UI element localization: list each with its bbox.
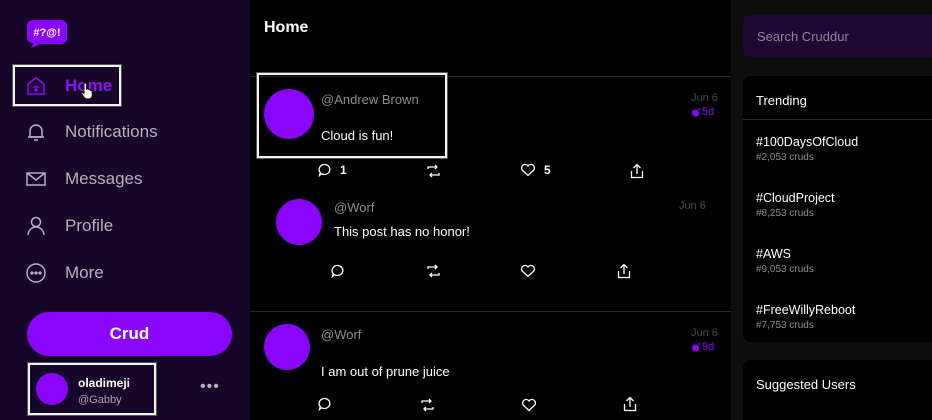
post-date: Jun 6 xyxy=(691,327,718,339)
sidebar: #?@! Home Notifications Messages Profile… xyxy=(0,0,250,420)
trend-tag: #CloudProject xyxy=(756,191,835,205)
like-button[interactable] xyxy=(520,264,536,278)
nav-messages-label: Messages xyxy=(65,169,143,188)
repost-button[interactable] xyxy=(426,264,441,278)
profile-more-icon[interactable]: ••• xyxy=(200,378,220,396)
nav-more[interactable]: More xyxy=(24,255,104,291)
repost-icon xyxy=(427,264,440,278)
suggested-users-title: Suggested Users xyxy=(756,377,856,392)
like-button[interactable]: 5 xyxy=(520,163,551,177)
envelope-icon xyxy=(24,167,48,191)
trend-item[interactable]: #100DaysOfCloud #2,053 cruds xyxy=(756,135,858,163)
suggested-users-panel: Suggested Users xyxy=(743,360,932,420)
trend-count: #7,753 cruds xyxy=(756,320,814,331)
bomb-icon xyxy=(691,342,701,352)
logo-text: #?@! xyxy=(33,27,60,39)
post-ttl-value: 5d xyxy=(702,106,715,118)
nav-notifications-label: Notifications xyxy=(65,122,158,141)
share-button[interactable] xyxy=(630,163,644,179)
share-button[interactable] xyxy=(617,263,631,279)
nav-messages[interactable]: Messages xyxy=(24,161,142,197)
trend-item[interactable]: #CloudProject #8,253 cruds xyxy=(756,191,835,219)
reply-button[interactable]: 1 xyxy=(318,163,347,177)
search-input[interactable] xyxy=(743,15,932,57)
repost-icon xyxy=(427,164,440,178)
reply-icon xyxy=(318,397,331,411)
share-icon xyxy=(623,396,637,412)
post-avatar xyxy=(276,199,322,245)
cruddur-logo[interactable]: #?@! xyxy=(27,18,67,48)
trend-tag: #FreeWillyReboot xyxy=(756,303,856,317)
heart-icon xyxy=(520,163,536,177)
trend-count: #8,253 cruds xyxy=(756,208,814,219)
bell-icon xyxy=(24,120,48,144)
post-ttl-value: 9d xyxy=(702,341,715,353)
nav-more-label: More xyxy=(65,263,104,282)
repost-button[interactable] xyxy=(426,164,441,178)
nav-profile-label: Profile xyxy=(65,216,114,235)
post-body: This post has no honor! xyxy=(334,224,470,239)
more-circle-icon xyxy=(24,261,48,285)
post-handle[interactable]: @Worf xyxy=(321,327,361,342)
trend-item[interactable]: #AWS #9,053 cruds xyxy=(756,247,814,275)
profile-handle: @Gabby xyxy=(78,394,122,406)
avatar xyxy=(36,373,68,405)
user-icon xyxy=(24,214,48,238)
trend-count: #9,053 cruds xyxy=(756,264,814,275)
reply-icon xyxy=(331,264,344,278)
post-body: Cloud is fun! xyxy=(321,128,394,143)
post-handle[interactable]: @Worf xyxy=(334,200,374,215)
heart-icon xyxy=(520,264,536,278)
share-icon xyxy=(630,163,644,179)
nav-notifications[interactable]: Notifications xyxy=(24,114,158,150)
reply-button[interactable] xyxy=(318,397,332,411)
reply-count: 1 xyxy=(340,163,347,177)
profile-card[interactable]: oladimeji @Gabby xyxy=(28,363,156,415)
post-avatar xyxy=(264,324,310,370)
nav-home[interactable]: Home xyxy=(24,68,112,104)
nav-profile[interactable]: Profile xyxy=(24,208,113,244)
trending-divider xyxy=(743,119,932,120)
trend-item[interactable]: #FreeWillyReboot #7,753 cruds xyxy=(756,303,855,331)
post-avatar xyxy=(264,89,314,139)
post-handle[interactable]: @Andrew Brown xyxy=(321,92,419,107)
crud-button[interactable]: Crud xyxy=(27,312,232,356)
heart-icon xyxy=(521,398,537,412)
post-date: Jun 6 xyxy=(679,200,706,212)
page-title: Home xyxy=(264,19,309,36)
post-ttl: 9d xyxy=(691,341,714,353)
bomb-icon xyxy=(691,107,701,117)
trending-panel: Trending #100DaysOfCloud #2,053 cruds #C… xyxy=(743,76,932,342)
post-body: I am out of prune juice xyxy=(321,364,450,379)
reply-icon xyxy=(318,163,331,177)
post-ttl: 5d xyxy=(691,106,714,118)
right-column: Trending #100DaysOfCloud #2,053 cruds #C… xyxy=(731,0,932,420)
home-icon xyxy=(24,74,48,98)
share-button[interactable] xyxy=(623,396,637,412)
post-divider xyxy=(250,311,731,312)
like-count: 5 xyxy=(544,163,551,177)
trend-count: #2,053 cruds xyxy=(756,152,814,163)
post-date: Jun 6 xyxy=(691,92,718,104)
trend-tag: #AWS xyxy=(756,247,791,261)
reply-button[interactable] xyxy=(331,264,345,278)
hand-cursor-icon xyxy=(81,82,93,100)
main-feed: Home @Andrew Brown Cloud is fun! Jun 6 5… xyxy=(250,0,731,420)
trending-title: Trending xyxy=(756,93,807,108)
like-button[interactable] xyxy=(521,398,537,412)
share-icon xyxy=(617,263,631,279)
profile-name: oladimeji xyxy=(78,376,131,390)
repost-icon xyxy=(421,398,434,412)
header-divider xyxy=(250,76,731,77)
trend-tag: #100DaysOfCloud xyxy=(756,135,859,149)
repost-button[interactable] xyxy=(420,398,435,412)
